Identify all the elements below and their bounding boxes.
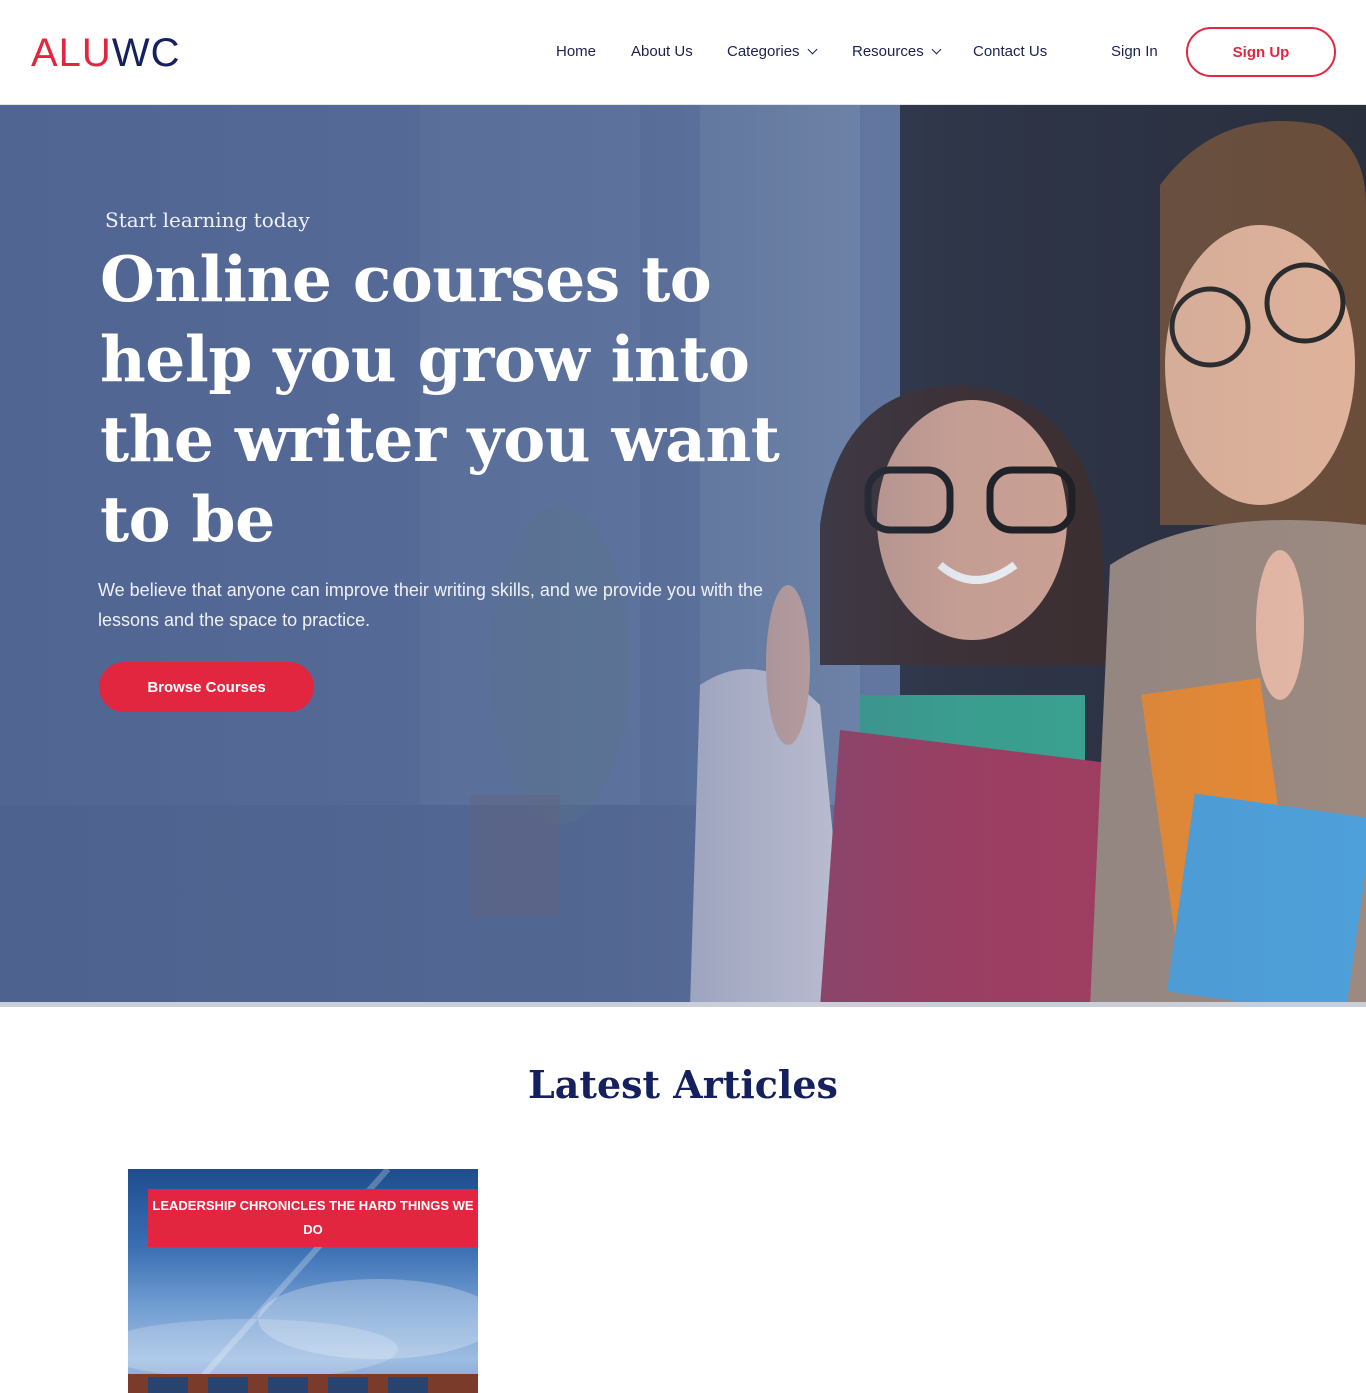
article-title-banner[interactable]: LEADERSHIP CHRONICLES THE HARD THINGS WE… — [148, 1189, 478, 1247]
sign-up-button[interactable]: Sign Up — [1186, 27, 1336, 77]
hero-eyebrow: Start learning today — [105, 208, 310, 232]
site-header: ALUWC Home About Us Categories Resources… — [0, 0, 1366, 105]
chevron-down-icon — [807, 44, 817, 55]
hero-divider — [0, 1002, 1366, 1007]
hero-description: We believe that anyone can improve their… — [98, 580, 764, 630]
sign-in-link[interactable]: Sign In — [1111, 43, 1158, 61]
chevron-down-icon — [931, 44, 942, 55]
nav-categories-label: Categories — [727, 43, 800, 60]
hero-title: Online courses to help you grow into the… — [100, 242, 780, 556]
logo-part-alu: ALU — [31, 31, 112, 75]
nav-resources[interactable]: Resources — [852, 43, 942, 61]
article-card[interactable]: LEADERSHIP CHRONICLES THE HARD THINGS WE… — [128, 1169, 478, 1393]
logo-part-wc: WC — [111, 31, 181, 75]
nav-contact-us[interactable]: Contact Us — [973, 43, 1047, 61]
latest-articles-heading: Latest Articles — [528, 1062, 838, 1107]
nav-home[interactable]: Home — [556, 43, 596, 61]
hero-section: Start learning today Online courses to h… — [0, 105, 1366, 1007]
nav-categories[interactable]: Categories — [727, 43, 817, 61]
nav-about-us[interactable]: About Us — [631, 43, 693, 61]
site-logo[interactable]: ALUWC — [31, 30, 180, 76]
nav-resources-label: Resources — [852, 43, 924, 60]
browse-courses-button[interactable]: Browse Courses — [99, 662, 314, 712]
